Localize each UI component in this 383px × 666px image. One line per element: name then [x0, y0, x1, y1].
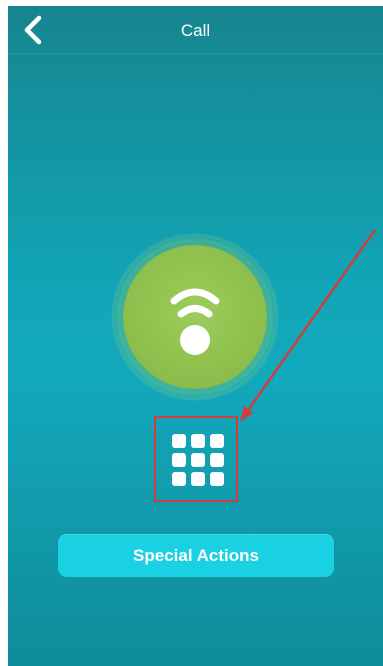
keypad-dot: [210, 453, 224, 467]
keypad-dot: [210, 434, 224, 448]
keypad-dot: [172, 453, 186, 467]
keypad-dot: [191, 434, 205, 448]
keypad-dot: [172, 434, 186, 448]
wifi-call-icon: [170, 288, 220, 355]
call-screen: Call Special Actions: [8, 6, 383, 666]
keypad-dot: [191, 453, 205, 467]
page-title: Call: [180, 21, 211, 40]
special-actions-button[interactable]: Special Actions: [58, 534, 334, 577]
keypad-dot: [172, 472, 186, 486]
keypad-dot: [191, 472, 205, 486]
keypad-icon: [172, 434, 224, 486]
keypad-button[interactable]: [154, 416, 238, 502]
top-navigation-bar: Call: [8, 6, 383, 54]
keypad-dot: [210, 472, 224, 486]
call-button[interactable]: [123, 245, 267, 389]
